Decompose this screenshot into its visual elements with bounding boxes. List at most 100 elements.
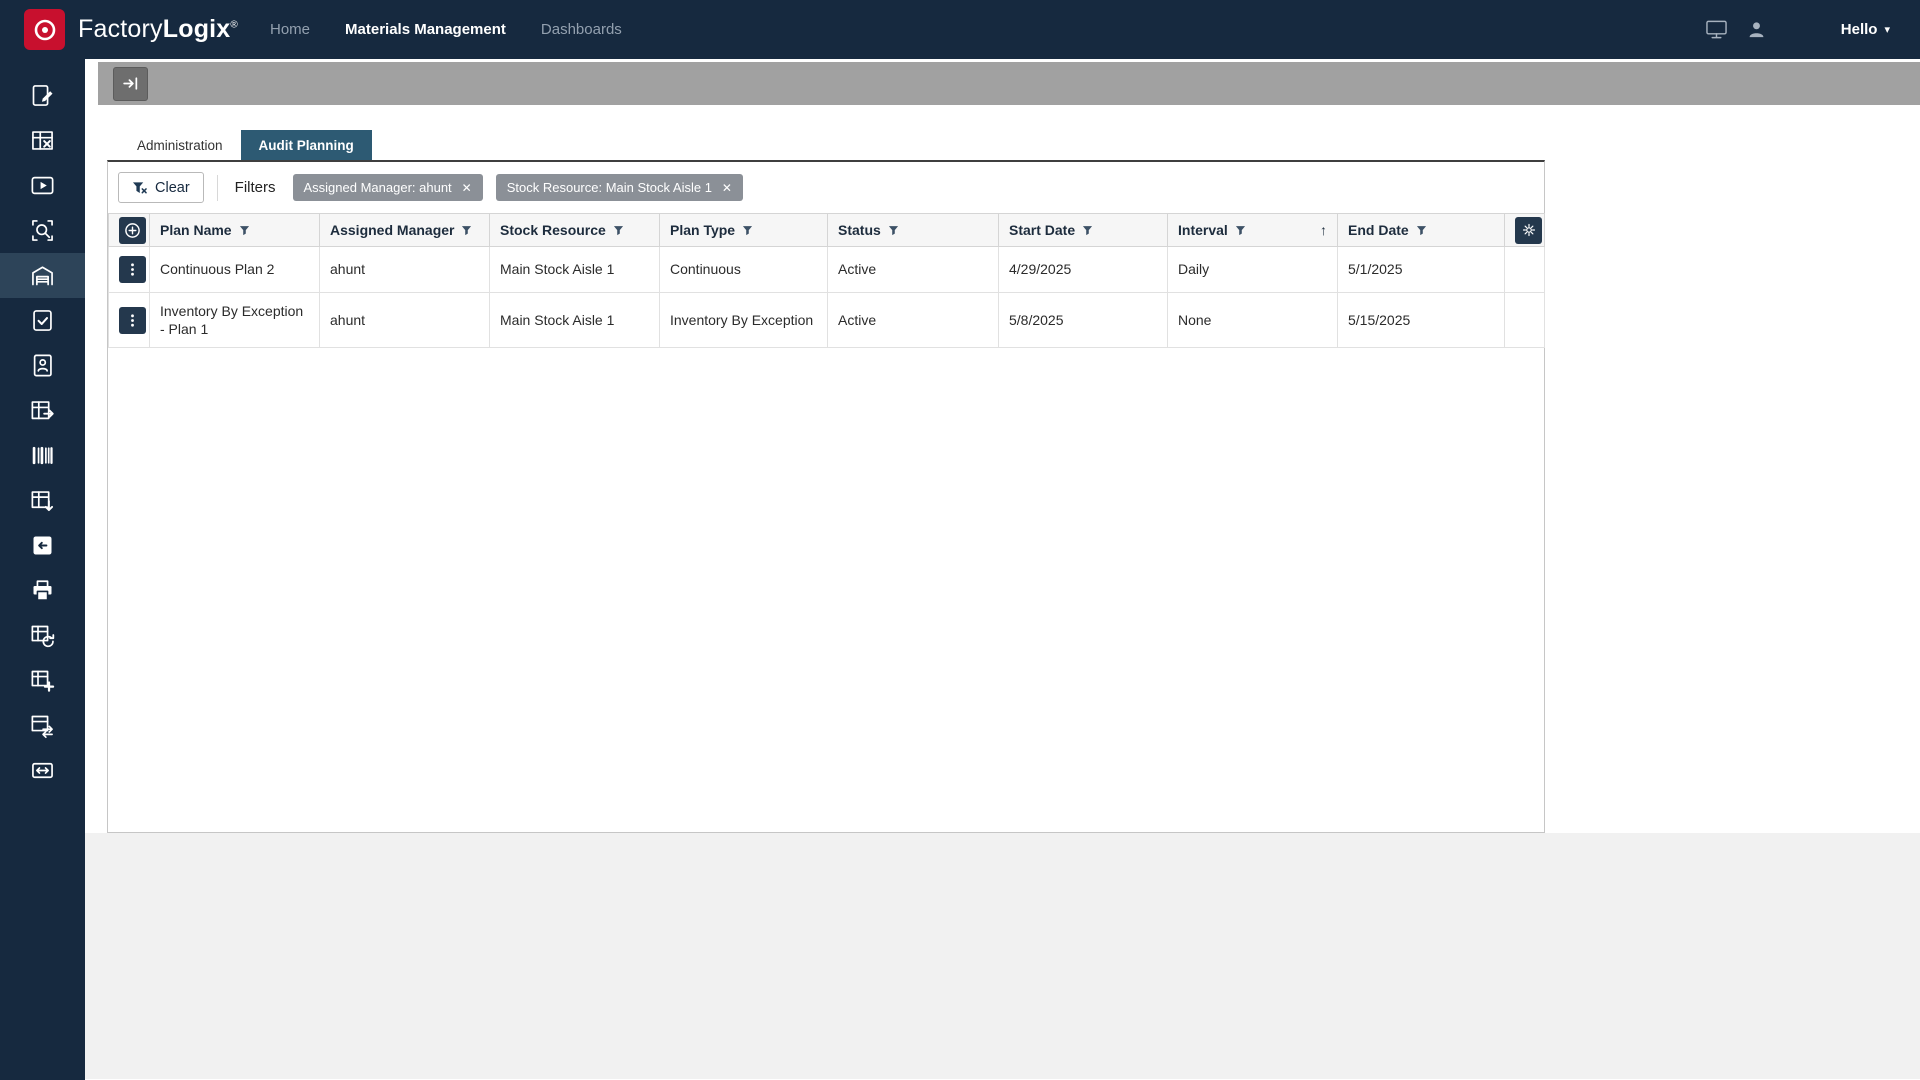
filter-icon[interactable]: [1416, 225, 1427, 236]
cell-empty: [1505, 247, 1545, 293]
filter-clear-icon: [132, 181, 147, 195]
clear-filters-button[interactable]: Clear: [118, 172, 204, 203]
task-check-icon: [29, 307, 56, 334]
filter-icon[interactable]: [888, 225, 899, 236]
display-monitor-icon[interactable]: [1705, 19, 1728, 40]
column-header-plan-name[interactable]: Plan Name: [150, 214, 320, 247]
work-instructions-icon: [29, 82, 56, 109]
sidebar-item-table-refresh[interactable]: [0, 613, 85, 658]
chevron-down-icon: ▾: [1884, 23, 1890, 36]
filter-icon[interactable]: [239, 225, 250, 236]
cell-interval: None: [1168, 293, 1338, 348]
row-menu-cell: [109, 247, 150, 293]
cell-interval: Daily: [1168, 247, 1338, 293]
table-export-icon: [29, 397, 56, 424]
sidebar-item-table-resize[interactable]: [0, 748, 85, 793]
column-label: Status: [838, 222, 881, 238]
nav-home[interactable]: Home: [270, 21, 310, 38]
toolbar-band: [98, 62, 1920, 105]
column-header-status[interactable]: Status: [828, 214, 999, 247]
column-label: Start Date: [1009, 222, 1075, 238]
row-menu-button[interactable]: [119, 256, 146, 283]
gear-icon: [1521, 222, 1537, 238]
clear-button-label: Clear: [155, 180, 190, 196]
top-bar-right: Hello ▾: [1705, 18, 1890, 41]
arrow-to-bar-icon: [122, 75, 139, 92]
media-player-icon: [29, 172, 56, 199]
column-label: End Date: [1348, 222, 1409, 238]
column-header-interval[interactable]: Interval ↑: [1168, 214, 1338, 247]
collapse-panel-button[interactable]: [113, 67, 148, 101]
sidebar-item-printer[interactable]: [0, 568, 85, 613]
cell-empty: [1505, 293, 1545, 348]
sidebar-item-scan-search[interactable]: [0, 208, 85, 253]
audit-planning-panel: Clear Filters Assigned Manager: ahunt ✕ …: [107, 160, 1545, 833]
sidebar-item-task-check[interactable]: [0, 298, 85, 343]
remove-filter-icon[interactable]: ✕: [462, 181, 472, 195]
filter-icon[interactable]: [613, 225, 624, 236]
warehouse-icon: [29, 262, 56, 289]
add-plan-button[interactable]: [119, 217, 146, 244]
sidebar-item-media[interactable]: [0, 163, 85, 208]
tab-audit-planning[interactable]: Audit Planning: [241, 130, 372, 160]
cell-end-date: 5/1/2025: [1338, 247, 1505, 293]
filter-icon[interactable]: [1082, 225, 1093, 236]
divider: [217, 175, 218, 201]
top-bar: FactoryLogix® Home Materials Management …: [0, 0, 1920, 59]
cell-start-date: 5/8/2025: [999, 293, 1168, 348]
column-header-assigned-manager[interactable]: Assigned Manager: [320, 214, 490, 247]
cell-plan-name: Continuous Plan 2: [150, 247, 320, 293]
table-add-icon: [29, 667, 56, 694]
sidebar-item-barcode[interactable]: [0, 433, 85, 478]
tab-administration[interactable]: Administration: [119, 130, 241, 160]
remove-filter-icon[interactable]: ✕: [722, 181, 732, 195]
column-header-end-date[interactable]: End Date: [1338, 214, 1505, 247]
cell-assigned-manager: ahunt: [320, 247, 490, 293]
column-label: Interval: [1178, 222, 1228, 238]
user-menu[interactable]: Hello ▾: [1841, 21, 1890, 38]
audit-plans-table: Plan Name Assigned Manager Stock Resourc…: [108, 213, 1545, 348]
main-content: Administration Audit Planning Clear Filt…: [85, 59, 1920, 1080]
column-header-stock-resource[interactable]: Stock Resource: [490, 214, 660, 247]
sidebar-item-table-transfer[interactable]: [0, 703, 85, 748]
table-header-row: Plan Name Assigned Manager Stock Resourc…: [109, 214, 1545, 247]
sidebar-item-operator-book[interactable]: [0, 343, 85, 388]
main-nav: Home Materials Management Dashboards: [270, 21, 622, 38]
table-row[interactable]: Continuous Plan 2 ahunt Main Stock Aisle…: [109, 247, 1545, 293]
column-header-start-date[interactable]: Start Date: [999, 214, 1168, 247]
sidebar-item-table-add[interactable]: [0, 658, 85, 703]
nav-dashboards[interactable]: Dashboards: [541, 21, 622, 38]
sidebar-item-table-remove[interactable]: [0, 118, 85, 163]
cell-end-date: 5/15/2025: [1338, 293, 1505, 348]
sidebar-item-warehouse[interactable]: [0, 253, 85, 298]
table-row[interactable]: Inventory By Exception - Plan 1 ahunt Ma…: [109, 293, 1545, 348]
table-import-icon: [29, 487, 56, 514]
sidebar: [0, 59, 85, 1080]
sidebar-item-work-instructions[interactable]: [0, 73, 85, 118]
filter-icon[interactable]: [742, 225, 753, 236]
grid-settings-button[interactable]: [1515, 217, 1542, 244]
sidebar-item-table-import[interactable]: [0, 478, 85, 523]
filters-row: Clear Filters Assigned Manager: ahunt ✕ …: [108, 162, 1544, 213]
row-menu-cell: [109, 293, 150, 348]
sidebar-item-table-export[interactable]: [0, 388, 85, 433]
row-menu-button[interactable]: [119, 307, 146, 334]
cell-plan-type: Inventory By Exception: [660, 293, 828, 348]
column-label: Assigned Manager: [330, 222, 454, 238]
factorylogix-logo[interactable]: [24, 9, 65, 50]
brand-name: FactoryLogix®: [78, 15, 238, 44]
nav-materials-management[interactable]: Materials Management: [345, 21, 506, 38]
column-header-plan-type[interactable]: Plan Type: [660, 214, 828, 247]
grid-settings-header-cell: [1505, 214, 1545, 247]
filter-icon[interactable]: [1235, 225, 1246, 236]
filter-chip-stock-resource: Stock Resource: Main Stock Aisle 1 ✕: [496, 174, 743, 201]
filter-chip-assigned-manager: Assigned Manager: ahunt ✕: [293, 174, 483, 201]
filter-icon[interactable]: [461, 225, 472, 236]
column-label: Plan Name: [160, 222, 232, 238]
table-remove-icon: [29, 127, 56, 154]
filter-chip-label: Stock Resource: Main Stock Aisle 1: [507, 180, 712, 195]
sidebar-item-material-return[interactable]: [0, 523, 85, 568]
tab-strip: Administration Audit Planning: [119, 130, 1920, 160]
cell-plan-type: Continuous: [660, 247, 828, 293]
user-avatar-icon[interactable]: [1745, 18, 1768, 41]
